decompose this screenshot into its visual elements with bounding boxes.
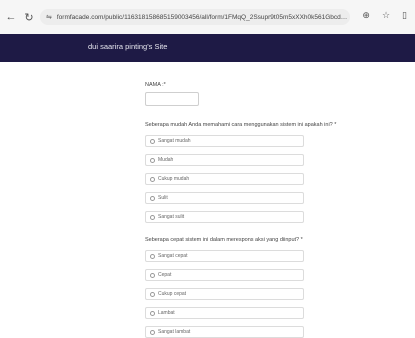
radio-icon: [150, 291, 155, 297]
q1-option-label: Sulit: [158, 195, 168, 201]
radio-icon: [150, 138, 155, 144]
q2-option[interactable]: Lambat: [145, 307, 304, 319]
name-label: NAMA :*: [145, 82, 166, 88]
name-input[interactable]: [145, 92, 199, 106]
address-bar[interactable]: ⇋ formfacade.com/public/1163181586851590…: [40, 9, 350, 25]
q1-option[interactable]: Cukup mudah: [145, 173, 304, 185]
q2-option[interactable]: Cepat: [145, 269, 304, 281]
q2-option-label: Lambat: [158, 310, 175, 316]
extensions-icon[interactable]: ▯: [402, 10, 407, 21]
q2-option[interactable]: Cukup cepat: [145, 288, 304, 300]
q2-option[interactable]: Sangat cepat: [145, 250, 304, 262]
form-content: NAMA :* Seberapa mudah Anda memahami car…: [0, 62, 415, 338]
q1-option[interactable]: Sangat mudah: [145, 135, 304, 147]
q2-option[interactable]: Sangat lambat: [145, 326, 304, 338]
bookmark-star-icon[interactable]: ☆: [382, 10, 390, 21]
q1-option[interactable]: Sangat sulit: [145, 211, 304, 223]
q2-option-label: Sangat cepat: [158, 253, 188, 259]
question-2-label: Seberapa cepat sistem ini dalam merespon…: [145, 237, 303, 243]
q1-option-label: Sangat mudah: [158, 138, 191, 144]
radio-icon: [150, 329, 155, 335]
site-title: dui saarira pinting's Site: [88, 42, 168, 51]
site-header: dui saarira pinting's Site: [0, 34, 415, 62]
question-1-label: Seberapa mudah Anda memahami cara menggu…: [145, 122, 337, 128]
radio-icon: [150, 214, 155, 220]
q2-option-label: Cepat: [158, 272, 172, 278]
q1-option-label: Sangat sulit: [158, 214, 185, 220]
q1-option-label: Cukup mudah: [158, 176, 190, 182]
back-icon[interactable]: ←: [4, 10, 18, 24]
q2-option-label: Cukup cepat: [158, 291, 187, 297]
radio-icon: [150, 157, 155, 163]
radio-icon: [150, 310, 155, 316]
q1-option-label: Mudah: [158, 157, 174, 163]
site-settings-icon[interactable]: ⇋: [46, 13, 52, 21]
browser-toolbar: ← ↻ ⇋ formfacade.com/public/116318158685…: [0, 0, 415, 35]
reload-icon[interactable]: ↻: [22, 10, 36, 24]
q2-option-label: Sangat lambat: [158, 329, 191, 335]
browser-actions: ⊕ ☆ ▯: [362, 10, 407, 21]
radio-icon: [150, 195, 155, 201]
radio-icon: [150, 176, 155, 182]
radio-icon: [150, 253, 155, 259]
zoom-icon[interactable]: ⊕: [362, 10, 370, 21]
url-text: formfacade.com/public/116318158685159003…: [56, 13, 350, 21]
radio-icon: [150, 272, 155, 278]
q1-option[interactable]: Mudah: [145, 154, 304, 166]
q1-option[interactable]: Sulit: [145, 192, 304, 204]
